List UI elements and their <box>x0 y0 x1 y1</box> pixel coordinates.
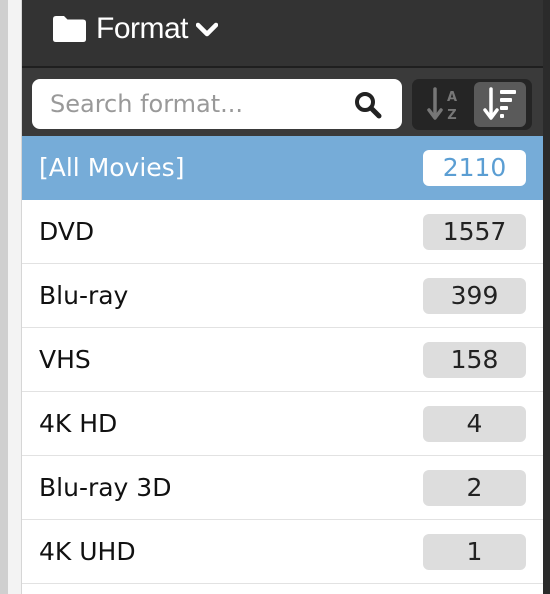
right-edge <box>543 0 550 594</box>
list-item-dvd[interactable]: DVD 1557 <box>22 200 543 264</box>
list-item-label: DVD <box>39 217 95 246</box>
list-item-label: 4K HD <box>39 409 118 438</box>
format-dropdown-toggle[interactable]: Format <box>52 10 219 48</box>
header-title: Format <box>96 12 189 45</box>
chevron-down-icon <box>196 22 219 37</box>
count-badge: 1557 <box>423 214 526 250</box>
sort-count-icon <box>483 87 516 120</box>
search-box <box>32 79 402 129</box>
toolbar: A Z <box>22 68 543 138</box>
list-item-4k-hd[interactable]: 4K HD 4 <box>22 392 543 456</box>
format-panel: Format A Z <box>22 0 543 594</box>
list-item-blu-ray[interactable]: Blu-ray 399 <box>22 264 543 328</box>
sort-alpha-icon: A Z <box>427 87 457 123</box>
count-badge: 2110 <box>423 150 526 186</box>
list-item-label: Blu-ray 3D <box>39 473 172 502</box>
list-item-blu-ray-3d[interactable]: Blu-ray 3D 2 <box>22 456 543 520</box>
count-badge: 158 <box>423 342 526 378</box>
format-list: [All Movies] 2110 DVD 1557 Blu-ray 399 V… <box>22 136 543 584</box>
list-item-4k-uhd[interactable]: 4K UHD 1 <box>22 520 543 584</box>
folder-icon <box>53 16 86 42</box>
sort-letter-a: A <box>447 90 457 105</box>
list-item-label: VHS <box>39 345 91 374</box>
sort-group: A Z <box>412 79 532 130</box>
list-item-all-movies[interactable]: [All Movies] 2110 <box>22 136 543 200</box>
search-input[interactable] <box>50 79 340 129</box>
count-badge: 1 <box>423 534 526 570</box>
panel-header: Format <box>22 0 543 68</box>
list-item-label: [All Movies] <box>39 153 185 182</box>
list-item-label: 4K UHD <box>39 537 136 566</box>
left-edge <box>0 0 8 594</box>
sort-letter-z: Z <box>447 108 456 123</box>
count-badge: 399 <box>423 278 526 314</box>
app-frame: Format A Z <box>0 0 550 594</box>
list-item-label: Blu-ray <box>39 281 129 310</box>
count-badge: 2 <box>423 470 526 506</box>
search-icon[interactable] <box>354 91 382 119</box>
count-badge: 4 <box>423 406 526 442</box>
left-gutter <box>8 0 22 594</box>
sort-count-button[interactable] <box>474 82 526 127</box>
sort-alpha-button[interactable]: A Z <box>418 82 470 127</box>
list-item-vhs[interactable]: VHS 158 <box>22 328 543 392</box>
